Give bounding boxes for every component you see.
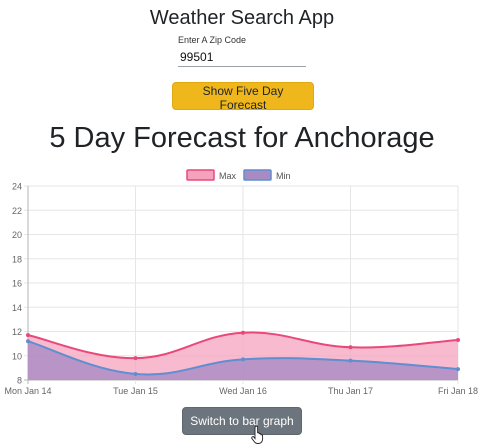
y-tick-label: 16 bbox=[12, 279, 22, 289]
series-max-point bbox=[456, 337, 460, 342]
y-tick-label: 12 bbox=[12, 327, 22, 337]
legend-swatch-min bbox=[243, 169, 272, 181]
y-tick-label: 14 bbox=[12, 303, 22, 313]
series-min-point bbox=[456, 367, 460, 372]
zip-code-input[interactable] bbox=[178, 47, 306, 67]
legend-label-max: Max bbox=[219, 171, 237, 181]
y-tick-label: 20 bbox=[12, 230, 22, 240]
y-tick-label: 8 bbox=[17, 376, 22, 386]
series-max-point bbox=[348, 345, 353, 350]
hand-cursor-icon bbox=[251, 426, 264, 444]
y-tick-label: 10 bbox=[12, 351, 22, 361]
show-forecast-button[interactable]: Show Five Day Forecast bbox=[172, 82, 314, 112]
y-tick-label: 24 bbox=[12, 182, 22, 192]
series-max-point bbox=[133, 356, 138, 361]
chart-title: 5 Day Forecast for Anchorage bbox=[49, 122, 435, 154]
legend-label-min: Min bbox=[276, 171, 291, 181]
series-max-point bbox=[241, 330, 245, 335]
x-tick-label: Wed Jan 16 bbox=[219, 386, 267, 396]
y-tick-label: 22 bbox=[12, 206, 22, 216]
x-tick-label: Fri Jan 18 bbox=[438, 386, 478, 396]
switch-to-bar-graph-button[interactable]: Switch to bar graph bbox=[182, 407, 302, 435]
series-min-point bbox=[241, 357, 245, 362]
zip-code-label: Enter A Zip Code bbox=[178, 35, 247, 45]
legend-swatch-max bbox=[186, 169, 215, 181]
zip-code-group: Enter A Zip Code bbox=[178, 35, 306, 67]
y-tick-label: 18 bbox=[12, 254, 22, 264]
forecast-chart: 8 10 12 14 16 18 20 22 24 Mon Jan 14 Tue Jan 15 Wed… bbox=[4, 169, 478, 396]
app-title: Weather Search App bbox=[149, 7, 335, 29]
x-tick-label: Thu Jan 17 bbox=[328, 386, 373, 396]
x-tick-label: Mon Jan 14 bbox=[4, 386, 51, 396]
series-min-point bbox=[133, 371, 138, 376]
x-tick-label: Tue Jan 15 bbox=[113, 386, 158, 396]
series-max-point bbox=[26, 333, 30, 338]
series-min-point bbox=[348, 358, 353, 363]
series-min-point bbox=[26, 339, 30, 344]
